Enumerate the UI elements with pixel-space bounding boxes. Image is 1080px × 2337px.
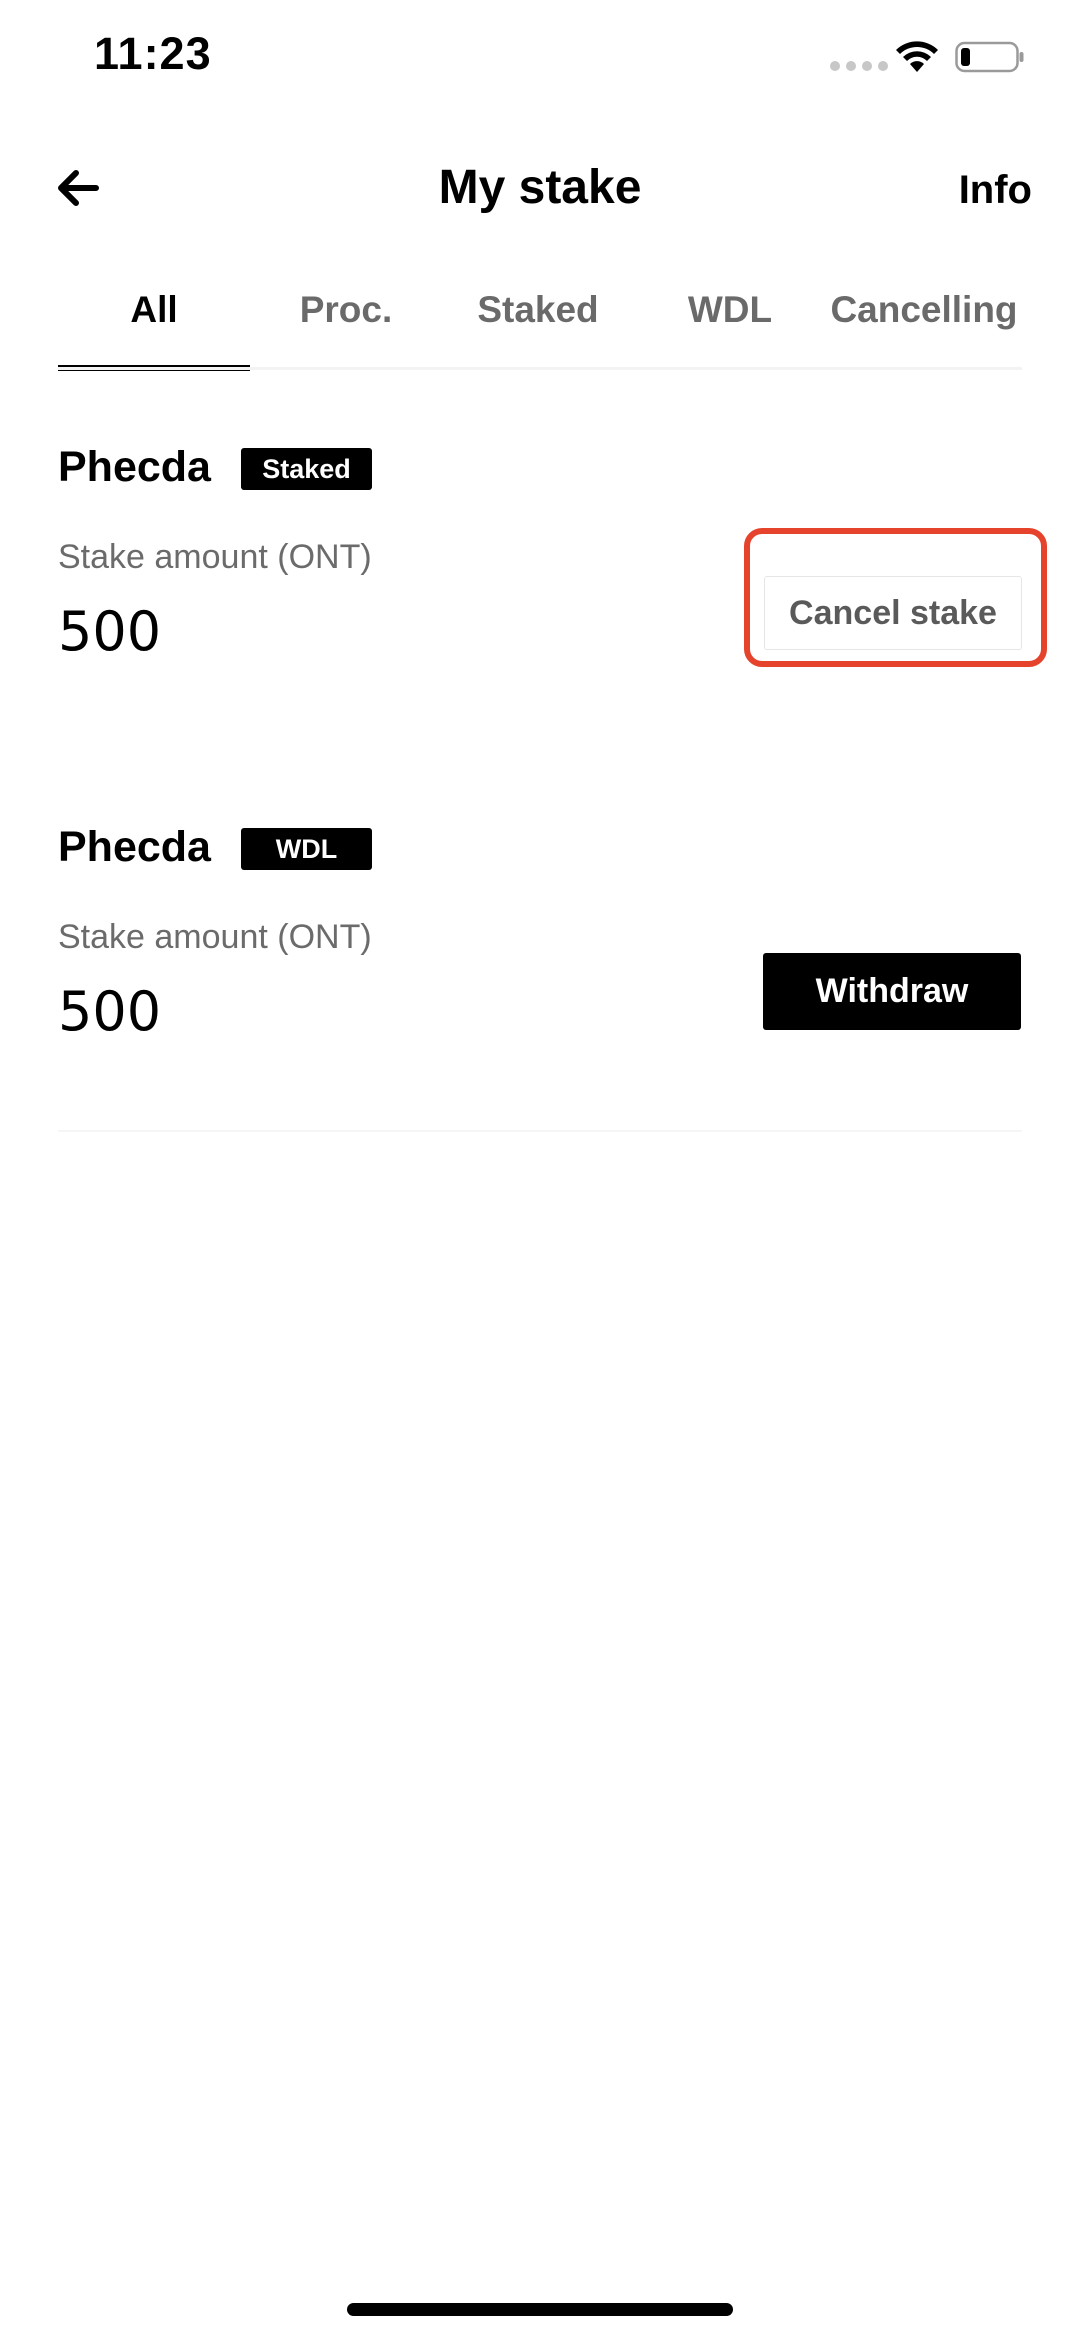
info-button[interactable]: Info [959, 168, 1032, 213]
tab-bar: All Proc. Staked WDL Cancelling [58, 285, 1022, 371]
wifi-icon [896, 41, 938, 72]
status-badge: Staked [241, 448, 372, 490]
tab-staked[interactable]: Staked [442, 285, 634, 371]
stake-node-name: Phecda [58, 443, 211, 491]
stake-amount-value: 500 [58, 980, 162, 1043]
tabs-divider [58, 367, 1022, 370]
status-time: 11:23 [94, 28, 212, 79]
tab-wdl[interactable]: WDL [634, 285, 826, 371]
battery-icon [955, 41, 1024, 73]
withdraw-button[interactable]: Withdraw [763, 953, 1021, 1030]
stake-amount-label: Stake amount (ONT) [58, 538, 372, 576]
stake-amount-label: Stake amount (ONT) [58, 918, 372, 956]
stake-node-name: Phecda [58, 823, 211, 871]
highlight-box [744, 528, 1047, 667]
tab-cancelling[interactable]: Cancelling [826, 285, 1022, 371]
cellular-signal-icon [830, 61, 888, 71]
tab-processing[interactable]: Proc. [250, 285, 442, 371]
status-badge: WDL [241, 828, 372, 870]
list-divider [58, 1130, 1022, 1132]
home-indicator[interactable] [347, 2303, 733, 2316]
page-title: My stake [438, 161, 642, 214]
tab-all[interactable]: All [58, 285, 250, 371]
stake-amount-value: 500 [58, 600, 162, 663]
